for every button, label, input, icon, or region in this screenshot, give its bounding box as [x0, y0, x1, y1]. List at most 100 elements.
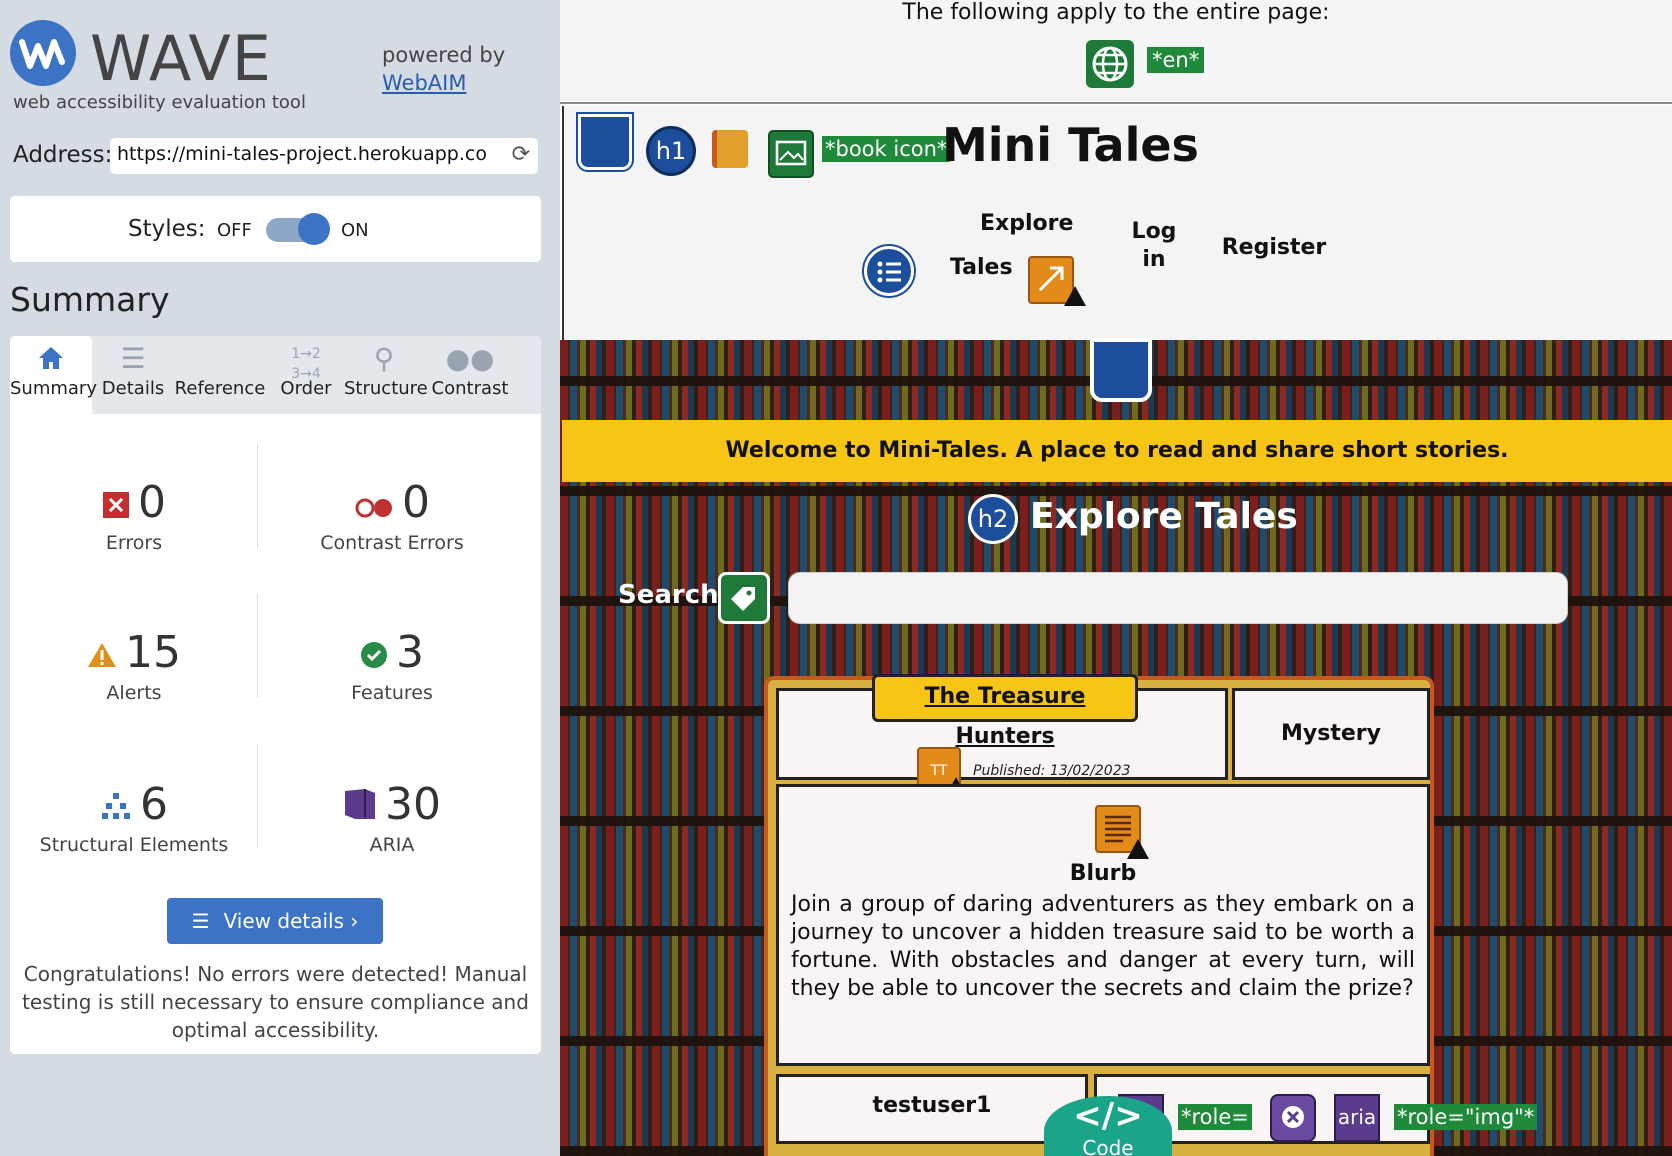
- view-details-label: View details ›: [223, 909, 359, 933]
- list-icon: ☰: [191, 909, 210, 933]
- contrast-icon: ●●: [445, 342, 495, 375]
- nav-login[interactable]: Log in: [1124, 218, 1184, 274]
- aria-icon[interactable]: aria: [1334, 1094, 1380, 1142]
- nav-login-line1: Log: [1131, 219, 1177, 244]
- tab-contrast[interactable]: ●● Contrast: [430, 336, 510, 414]
- congrats-message: Congratulations! No errors were detected…: [22, 962, 529, 1042]
- errors-label: Errors: [105, 532, 163, 554]
- contrast-errors-count: 0: [402, 477, 430, 528]
- aria-icon: [343, 778, 377, 836]
- alerts-label: Alerts: [106, 682, 162, 704]
- explore-heading: Explore Tales: [1030, 496, 1298, 537]
- features-label: Features: [351, 682, 433, 704]
- powered-by: powered by WebAIM: [382, 41, 505, 97]
- language-globe-icon[interactable]: [1086, 40, 1134, 88]
- view-details-button[interactable]: ☰ View details ›: [167, 898, 383, 944]
- nav-login-line2: in: [1142, 247, 1166, 272]
- order-icon: 1→2 3→4: [291, 346, 321, 382]
- code-icon: </>: [1073, 1096, 1143, 1136]
- summary-heading: Summary: [10, 280, 170, 319]
- stat-aria[interactable]: 30 ARIA: [272, 776, 512, 856]
- toggle-knob: [298, 213, 330, 245]
- structure-icon: [100, 778, 132, 836]
- tab-structure-label: Structure: [344, 378, 428, 399]
- author-cell: testuser1: [776, 1074, 1088, 1144]
- reload-icon[interactable]: ⟳: [512, 142, 530, 167]
- divider: [257, 594, 258, 698]
- styles-label: Styles:: [128, 216, 206, 242]
- wave-logo-text: WAVE: [90, 22, 272, 95]
- page-level-indicators: The following apply to the entire page: …: [560, 0, 1672, 104]
- published-date: Published: 13/02/2023: [973, 763, 1131, 779]
- h2-badge-icon[interactable]: h2: [968, 494, 1018, 544]
- stat-features[interactable]: 3 Features: [272, 624, 512, 704]
- tab-reference-label: Reference: [174, 378, 266, 399]
- list-icon: ☰: [120, 342, 146, 375]
- powered-by-label: powered by: [382, 43, 506, 67]
- structural-label: Structural Elements: [39, 834, 229, 856]
- story-genre: Mystery: [1281, 721, 1381, 746]
- book-icon-alt-tag: *book icon*: [822, 136, 951, 162]
- divider: [257, 444, 258, 548]
- home-icon: [10, 336, 92, 378]
- contrast-error-icon: [354, 476, 394, 534]
- code-toggle-button[interactable]: </> Code: [1044, 1096, 1172, 1156]
- book-image-icon[interactable]: [712, 130, 748, 168]
- label-tag-icon[interactable]: [718, 572, 770, 624]
- list-icon[interactable]: [864, 246, 914, 296]
- address-input[interactable]: [117, 143, 487, 165]
- tab-reference[interactable]: Reference: [172, 336, 268, 414]
- site-title[interactable]: Mini Tales: [942, 118, 1199, 172]
- styles-on-label: ON: [341, 220, 369, 241]
- features-count: 3: [396, 627, 424, 678]
- story-card: TT Published: 13/02/2023 The Treasure Hu…: [764, 674, 1434, 1156]
- header-landmark-icon[interactable]: [578, 114, 632, 170]
- linked-image-icon[interactable]: [768, 130, 814, 178]
- tab-contrast-label: Contrast: [431, 378, 509, 399]
- page-apply-text: The following apply to the entire page:: [902, 0, 1330, 25]
- h1-badge-icon[interactable]: h1: [646, 126, 696, 176]
- wave-logo-icon: [10, 20, 76, 86]
- styles-toggle[interactable]: [266, 213, 330, 245]
- nav-register[interactable]: Register: [1214, 226, 1334, 270]
- tab-order[interactable]: 1→2 3→4 Order: [276, 336, 336, 414]
- contrast-errors-label: Contrast Errors: [320, 532, 464, 554]
- stat-alerts[interactable]: 15 Alerts: [14, 624, 254, 704]
- story-title-link[interactable]: The Treasure Hunters: [872, 674, 1138, 749]
- search-input[interactable]: [788, 572, 1568, 624]
- welcome-banner: Welcome to Mini-Tales. A place to read a…: [562, 420, 1672, 482]
- tab-order-label: Order: [280, 378, 332, 399]
- blurb-cell: Blurb Join a group of daring adventurers…: [776, 784, 1430, 1066]
- alert-icon: [87, 626, 117, 684]
- info-icon: [172, 336, 268, 378]
- tab-details-label: Details: [101, 378, 165, 399]
- warning-icon: [1064, 286, 1086, 306]
- tab-structure[interactable]: ⚲ Structure: [344, 336, 428, 414]
- styles-off-label: OFF: [217, 220, 252, 241]
- tab-summary-label: Summary: [10, 378, 97, 399]
- address-box: ⟳: [110, 138, 538, 174]
- structural-count: 6: [140, 779, 168, 830]
- webaim-link[interactable]: WebAIM: [382, 69, 505, 97]
- blurb-title: Blurb: [1069, 861, 1137, 886]
- divider: [257, 744, 258, 848]
- analyzed-page: The following apply to the entire page: …: [560, 0, 1672, 1156]
- role-img-tag: *role="img"*: [1394, 1104, 1538, 1130]
- search-label: Search:: [618, 580, 730, 610]
- stat-contrast-errors[interactable]: 0 Contrast Errors: [272, 474, 512, 554]
- stat-errors[interactable]: 0 Errors: [14, 474, 254, 554]
- tab-details[interactable]: ☰ Details: [100, 336, 166, 414]
- feature-icon: [360, 626, 388, 684]
- close-icon[interactable]: [1270, 1094, 1316, 1142]
- nav-explore-line1: Explore: [980, 211, 1074, 236]
- language-badge: *en*: [1147, 47, 1205, 73]
- tab-summary[interactable]: Summary: [10, 336, 97, 414]
- warning-icon: [1127, 839, 1149, 859]
- main-landmark-icon[interactable]: [1090, 338, 1152, 402]
- genre-cell: Mystery: [1232, 688, 1430, 780]
- aria-label: ARIA: [369, 834, 415, 856]
- role-tag: *role=: [1178, 1104, 1252, 1130]
- styles-card: Styles: OFF ON: [10, 196, 541, 262]
- stat-structural[interactable]: 6 Structural Elements: [14, 776, 254, 856]
- error-icon: [102, 476, 130, 534]
